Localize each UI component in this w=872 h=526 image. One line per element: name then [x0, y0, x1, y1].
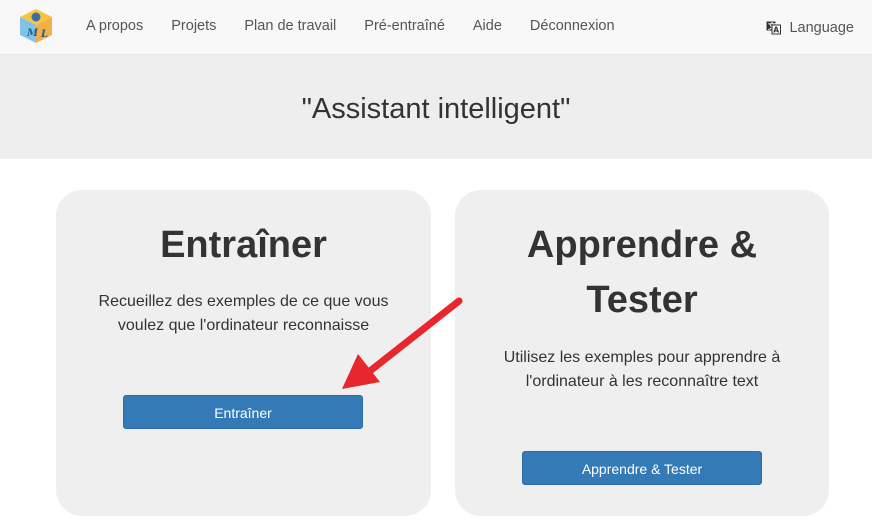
language-menu[interactable]: 文 A Language: [766, 0, 854, 55]
nav-link-pretrained[interactable]: Pré-entraîné: [350, 0, 459, 54]
svg-text:M: M: [26, 28, 39, 39]
train-button[interactable]: Entraîner: [123, 395, 363, 429]
language-label: Language: [789, 19, 854, 36]
svg-text:A: A: [774, 26, 780, 35]
learn-test-card: Apprendre & Tester Utilisez les exemples…: [455, 190, 829, 516]
learn-test-card-title: Apprendre & Tester: [526, 224, 758, 321]
svg-text:L: L: [40, 29, 48, 40]
page-title: "Assistant intelligent": [301, 92, 571, 125]
nav-links: A propos Projets Plan de travail Pré-ent…: [72, 0, 629, 55]
ml-blocks-logo-icon[interactable]: M L: [17, 7, 55, 45]
nav-link-projects[interactable]: Projets: [157, 0, 230, 54]
train-card-title: Entraîner: [160, 224, 327, 266]
translate-icon: 文 A: [766, 21, 782, 35]
train-card-description: Recueillez des exemples de ce que vous v…: [98, 293, 389, 334]
nav-link-about[interactable]: A propos: [72, 0, 157, 54]
nav-link-help[interactable]: Aide: [459, 0, 516, 54]
nav-link-worksheets[interactable]: Plan de travail: [230, 0, 350, 54]
learn-test-card-description: Utilisez les exemples pour apprendre à l…: [503, 349, 781, 390]
page-header: "Assistant intelligent": [0, 55, 872, 159]
train-card: Entraîner Recueillez des exemples de ce …: [56, 190, 431, 516]
learn-test-button[interactable]: Apprendre & Tester: [522, 451, 762, 485]
nav-link-logout[interactable]: Déconnexion: [516, 0, 629, 54]
top-navbar: M L A propos Projets Plan de travail Pré…: [0, 0, 872, 55]
